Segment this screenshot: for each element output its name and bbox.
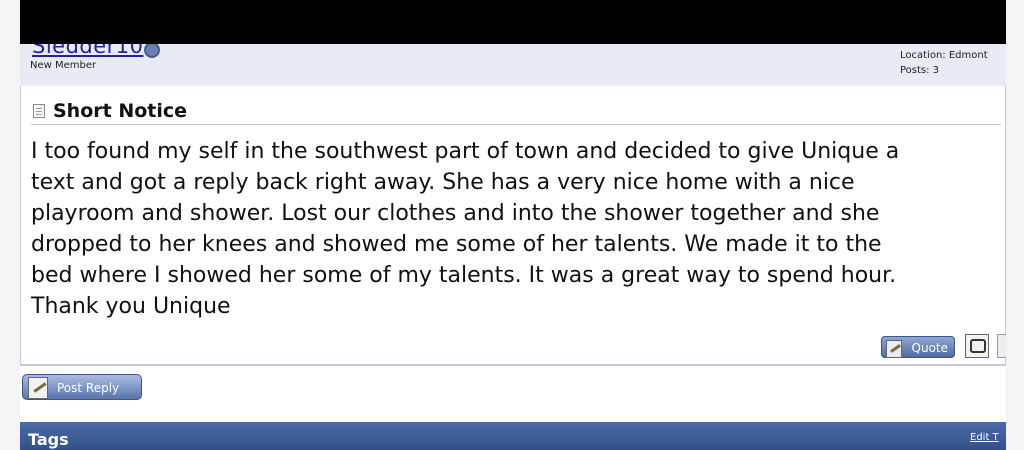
tags-title: Tags: [28, 430, 69, 449]
pencil-icon: [28, 377, 48, 399]
post-title-row: Short Notice: [31, 96, 1001, 125]
black-band: [20, 0, 1006, 44]
top-black-banner: [0, 0, 1024, 44]
post-message: I too found my self in the southwest par…: [31, 139, 900, 319]
pencil-icon: [886, 340, 902, 358]
post-body: Short Notice I too found my self in the …: [20, 86, 1006, 366]
quote-label: Quote: [911, 341, 948, 355]
user-location: Location: Edmont: [900, 50, 988, 61]
multi-quote-icon[interactable]: [965, 334, 989, 358]
online-status-icon: [144, 44, 160, 58]
post-reply-label: Post Reply: [57, 381, 120, 395]
forum-post-frame: Sledder10 New Member Location: Edmont Po…: [20, 44, 1006, 450]
post-title: Short Notice: [53, 100, 188, 122]
tags-header: Tags Edit T: [20, 422, 1006, 450]
reply-icon[interactable]: [997, 334, 1006, 358]
edit-tags-link[interactable]: Edit T: [970, 432, 999, 443]
user-meta: Location: Edmont Posts: 3: [900, 48, 988, 78]
username-link[interactable]: Sledder10: [32, 44, 144, 58]
user-post-count: Posts: 3: [900, 65, 940, 76]
post-icon: [33, 104, 45, 118]
post-reply-button[interactable]: Post Reply: [22, 374, 142, 400]
user-rank: New Member: [30, 60, 97, 71]
post-user-header: Sledder10 New Member Location: Edmont Po…: [20, 44, 1006, 87]
quote-button[interactable]: Quote: [881, 336, 955, 358]
